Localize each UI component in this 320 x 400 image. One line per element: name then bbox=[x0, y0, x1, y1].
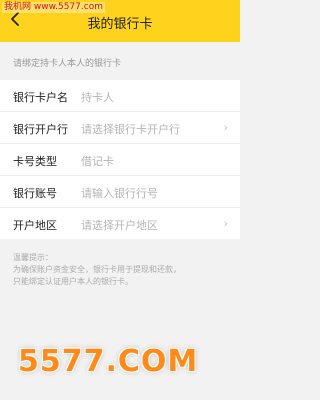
row-card-holder[interactable]: 银行卡户名 持卡人 bbox=[0, 80, 240, 112]
chevron-right-icon: › bbox=[223, 217, 228, 230]
region-select[interactable]: 请选择开户地区 bbox=[81, 217, 158, 233]
bank-card-form: 银行卡户名 持卡人 银行开户行 请选择银行卡开户行 › 卡号类型 借记卡 银行账… bbox=[0, 80, 240, 239]
card-type-value[interactable]: 借记卡 bbox=[81, 153, 114, 169]
field-label: 银行开户行 bbox=[13, 123, 68, 136]
tips-line: 为确保账户资金安全，银行卡用于提现和还款， bbox=[13, 265, 181, 274]
card-holder-input[interactable]: 持卡人 bbox=[81, 89, 114, 105]
tips-title: 温馨提示： bbox=[13, 253, 53, 262]
site-watermark: 我机网 www.5577.com bbox=[2, 2, 105, 13]
account-number-input[interactable]: 请输入银行行号 bbox=[81, 185, 158, 201]
brand-logo-text: 5577.COM bbox=[18, 344, 199, 379]
row-card-type[interactable]: 卡号类型 借记卡 bbox=[0, 144, 240, 176]
field-label: 银行账号 bbox=[13, 187, 57, 200]
tips-line: 只能绑定认证用户本人的银行卡。 bbox=[13, 277, 133, 286]
bank-branch-select[interactable]: 请选择银行卡开户行 bbox=[81, 121, 180, 137]
page-title: 我的银行卡 bbox=[87, 17, 153, 32]
field-label: 开户地区 bbox=[13, 219, 57, 232]
row-account-number[interactable]: 银行账号 请输入银行行号 bbox=[0, 176, 240, 208]
row-region[interactable]: 开户地区 请选择开户地区 › bbox=[0, 208, 240, 239]
bind-hint: 请绑定持卡人本人的银行卡 bbox=[13, 59, 122, 69]
chevron-right-icon: › bbox=[223, 121, 228, 134]
field-label: 银行卡户名 bbox=[13, 91, 68, 104]
tips-section: 温馨提示： 为确保账户资金安全，银行卡用于提现和还款， 只能绑定认证用户本人的银… bbox=[13, 252, 228, 288]
row-bank-branch[interactable]: 银行开户行 请选择银行卡开户行 › bbox=[0, 112, 240, 144]
field-label: 卡号类型 bbox=[13, 155, 57, 168]
